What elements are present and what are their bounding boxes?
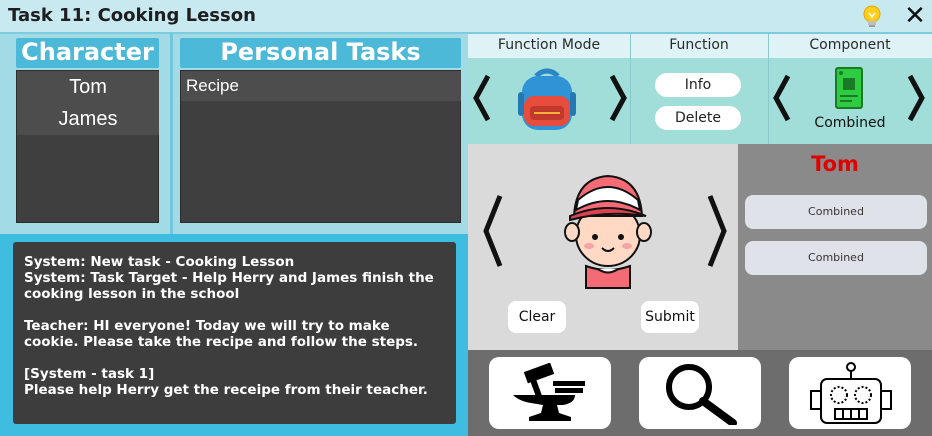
- function-mode-label: Function Mode: [497, 37, 601, 53]
- function-label: Function: [669, 37, 729, 53]
- character-item-james[interactable]: James: [17, 103, 159, 135]
- craft-button[interactable]: [489, 357, 611, 429]
- search-button[interactable]: [639, 357, 761, 429]
- mode-prev-button[interactable]: [470, 70, 494, 126]
- divider: [630, 34, 631, 144]
- log-text: System: New task - Cooking Lesson System…: [24, 254, 434, 398]
- info-button[interactable]: Info: [655, 73, 741, 97]
- component-next-button[interactable]: [904, 70, 928, 126]
- backpack-icon: [516, 66, 578, 132]
- mode-next-button[interactable]: [606, 70, 630, 126]
- character-list: Tom James: [16, 70, 159, 223]
- panel-divider: [170, 34, 173, 234]
- delete-button[interactable]: Delete: [655, 106, 741, 130]
- personal-tasks-list: Recipe: [180, 70, 461, 223]
- personal-tasks-header: Personal Tasks: [180, 38, 461, 68]
- submit-button[interactable]: Submit: [641, 301, 699, 333]
- robot-button[interactable]: [789, 357, 911, 429]
- function-header: Function Mode Function Component: [468, 34, 932, 58]
- task-item-recipe[interactable]: Recipe: [181, 71, 461, 101]
- component-label: Component: [809, 37, 891, 53]
- component-slot-2[interactable]: Combined: [745, 241, 927, 275]
- boy-cap-avatar: [556, 170, 660, 290]
- character-item-tom[interactable]: Tom: [17, 71, 159, 103]
- robot-icon: [807, 361, 895, 425]
- component-slot-1[interactable]: Combined: [745, 195, 927, 229]
- component-prev-button[interactable]: [770, 70, 794, 126]
- window-title: Task 11: Cooking Lesson: [8, 5, 256, 26]
- lightbulb-icon[interactable]: [860, 4, 884, 30]
- component-name: Combined: [814, 115, 886, 131]
- divider: [768, 34, 769, 144]
- circuit-chip-icon: [834, 66, 864, 110]
- avatar-prev-button[interactable]: [478, 190, 506, 272]
- magnifier-icon: [653, 361, 749, 427]
- avatar-next-button[interactable]: [704, 190, 732, 272]
- character-name: Tom: [811, 152, 859, 176]
- close-icon[interactable]: ✕: [902, 2, 928, 30]
- clear-button[interactable]: Clear: [508, 301, 566, 333]
- anvil-hammer-icon: [509, 362, 591, 423]
- character-header: Character: [16, 38, 159, 68]
